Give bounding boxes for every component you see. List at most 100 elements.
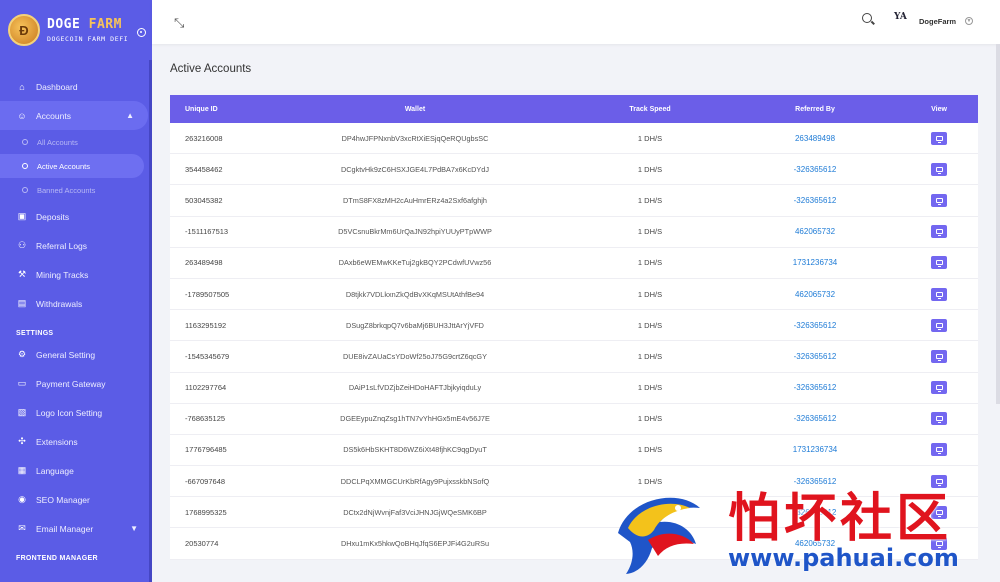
brand[interactable]: Ð DOGE FARM DOGECOIN FARM DEFI xyxy=(0,0,152,60)
page-scrollbar[interactable] xyxy=(996,44,1000,404)
referrer-link[interactable]: -326365612 xyxy=(750,383,880,392)
cell-track-speed: 1 DH/S xyxy=(637,445,663,455)
view-button[interactable] xyxy=(931,225,947,239)
view-button[interactable] xyxy=(931,381,947,395)
referrer-link[interactable]: 1731236734 xyxy=(750,445,880,454)
chevron-down-icon[interactable]: ▼ xyxy=(965,17,973,25)
cell-track-speed: 1 DH/S xyxy=(637,351,663,361)
view-button[interactable] xyxy=(931,162,947,176)
cell-wallet: DGEEypuZnqZsg1hTN7vYhHGx5mE4v56J7E xyxy=(340,414,490,424)
cell-wallet: DAxb6eWEMwKKeTuj2gkBQY2PCdwfUVwz56 xyxy=(338,258,492,268)
cell-wallet: DS5k6HbSKHT8D6WZ6iXt48fjhKC9qgDyuT xyxy=(343,445,487,455)
circle-icon xyxy=(22,187,28,193)
page-title: Active Accounts xyxy=(170,63,252,75)
sidebar-item-dashboard[interactable]: ⌂ Dashboard xyxy=(0,72,152,101)
view-button[interactable] xyxy=(931,537,947,551)
sidebar-item-referral-logs[interactable]: ⚇ Referral Logs xyxy=(0,231,152,260)
sidebar-item-accounts[interactable]: ☺ Accounts ▲ xyxy=(0,101,148,130)
referrer-link[interactable]: -326365612 xyxy=(750,321,880,330)
cell-wallet: DTmS8FX8zMH2cAuHmrERz4a2Sxf6afghjh xyxy=(343,195,487,205)
cell-unique-id: 20530774 xyxy=(185,539,219,549)
cell-track-speed: 1 DH/S xyxy=(637,164,663,174)
frontend-manager-heading: FRONTEND MANAGER xyxy=(16,555,98,562)
sidebar-item-withdrawals[interactable]: ▤ Withdrawals xyxy=(0,289,152,318)
referrer-link[interactable]: 263489498 xyxy=(750,134,880,143)
cell-unique-id: 354458462 xyxy=(185,164,223,174)
sidebar-item-email-manager[interactable]: ✉ Email Manager ▼ xyxy=(0,514,152,543)
users-icon: ☺ xyxy=(17,110,27,121)
referrer-link[interactable]: -326365612 xyxy=(750,414,880,423)
cell-track-speed: 1 DH/S xyxy=(637,289,663,299)
monitor-icon xyxy=(935,291,943,299)
view-button[interactable] xyxy=(931,318,947,332)
monitor-icon xyxy=(935,509,943,517)
sidebar-subitem-active-accounts[interactable]: Active Accounts xyxy=(0,154,144,178)
table-header: Unique ID Wallet Track Speed Referred By… xyxy=(170,95,978,123)
view-button[interactable] xyxy=(931,505,947,519)
sidebar-item-logo-icon-setting[interactable]: ▧ Logo Icon Setting xyxy=(0,398,152,427)
sidebar-item-seo-manager[interactable]: ◉ SEO Manager xyxy=(0,485,152,514)
referrer-link[interactable]: 1731236734 xyxy=(750,258,880,267)
header-unique-id: Unique ID xyxy=(185,105,218,113)
referrer-link[interactable]: 462065732 xyxy=(750,227,880,236)
sidebar-item-general-setting[interactable]: ⚙ General Setting xyxy=(0,340,152,369)
cell-track-speed: 1 DH/S xyxy=(637,539,663,549)
user-name[interactable]: DogeFarm xyxy=(919,17,956,26)
referral-icon: ⚇ xyxy=(17,240,27,250)
view-button[interactable] xyxy=(931,474,947,488)
table-row: 1776796485 DS5k6HbSKHT8D6WZ6iXt48fjhKC9qg… xyxy=(170,435,978,467)
cell-unique-id: 1102297764 xyxy=(185,383,227,393)
monitor-icon xyxy=(935,135,943,143)
sidebar-item-language[interactable]: ▦ Language xyxy=(0,456,152,485)
cell-track-speed: 1 DH/S xyxy=(637,383,663,393)
sidebar-item-mining-tracks[interactable]: ⚒ Mining Tracks xyxy=(0,260,152,289)
referrer-link[interactable]: -326365612 xyxy=(750,477,880,486)
collapse-icon[interactable]: ⤡ xyxy=(174,15,184,31)
chevron-down-icon: ▼ xyxy=(130,524,138,533)
header-track-speed: Track Speed xyxy=(629,105,671,113)
referrer-link[interactable]: -326365612 xyxy=(750,196,880,205)
view-button[interactable] xyxy=(931,287,947,301)
sidebar-subitem-all-accounts[interactable]: All Accounts xyxy=(0,130,152,154)
sidebar-item-extensions[interactable]: ✣ Extensions xyxy=(0,427,152,456)
accounts-table: Unique ID Wallet Track Speed Referred By… xyxy=(170,95,978,560)
globe-icon: ◉ xyxy=(18,494,26,504)
sidebar: Ð DOGE FARM DOGECOIN FARM DEFI ⌂ Dashboa… xyxy=(0,0,152,582)
table-row: 263489498 DAxb6eWEMwKKeTuj2gkBQY2PCdwfUVw… xyxy=(170,248,978,279)
table-row: -1545345679 DUE8ivZAUaCsYDoWf25oJ75G9crtZ… xyxy=(170,341,978,373)
table-row: -1511167513 D5VCsnuBkrMm6UrQaJN92hpiYUUyP… xyxy=(170,217,978,248)
referrer-link[interactable]: 462065732 xyxy=(750,290,880,299)
cell-track-speed: 1 DH/S xyxy=(637,133,663,143)
view-button[interactable] xyxy=(931,443,947,457)
pickaxe-icon: ⚒ xyxy=(17,269,27,279)
user-avatar[interactable]: YA xyxy=(894,12,910,28)
sidebar-scrollbar[interactable] xyxy=(149,60,152,582)
cell-wallet: D8tjkk7VDLkxnZkQdBvXKqMSUtAthfBe94 xyxy=(345,289,485,299)
chevron-up-icon: ▲ xyxy=(126,111,134,120)
monitor-icon xyxy=(935,447,943,455)
sidebar-subitem-banned-accounts[interactable]: Banned Accounts xyxy=(0,178,152,202)
table-row: -768635125 DGEEypuZnqZsg1hTN7vYhHGx5mE4v5… xyxy=(170,404,978,435)
monitor-icon xyxy=(935,322,943,330)
view-button[interactable] xyxy=(931,256,947,270)
cell-wallet: D5VCsnuBkrMm6UrQaJN92hpiYUUyPTpWWP xyxy=(338,227,492,237)
table-row: 1102297764 DAiP1sLfVDZjbZeiHDoHAFTJbjkyiq… xyxy=(170,373,978,404)
view-button[interactable] xyxy=(931,349,947,363)
view-button[interactable] xyxy=(931,412,947,426)
view-button[interactable] xyxy=(931,131,947,145)
monitor-icon xyxy=(935,353,943,361)
referrer-link[interactable]: -326365612 xyxy=(750,508,880,517)
sidebar-toggle-icon[interactable] xyxy=(137,28,146,37)
cell-unique-id: -667097648 xyxy=(185,476,226,486)
referrer-link[interactable]: -326365612 xyxy=(750,352,880,361)
cell-unique-id: 503045382 xyxy=(185,195,223,205)
search-icon[interactable] xyxy=(862,13,872,23)
cell-unique-id: -1511167513 xyxy=(185,227,229,237)
referrer-link[interactable]: 462065732 xyxy=(750,539,880,548)
referrer-link[interactable]: -326365612 xyxy=(750,165,880,174)
wallet-icon: ▣ xyxy=(17,211,27,221)
gear-icon: ⚙ xyxy=(17,349,27,359)
sidebar-item-deposits[interactable]: ▣ Deposits xyxy=(0,202,152,231)
sidebar-item-payment-gateway[interactable]: ▭ Payment Gateway xyxy=(0,369,152,398)
view-button[interactable] xyxy=(931,193,947,207)
